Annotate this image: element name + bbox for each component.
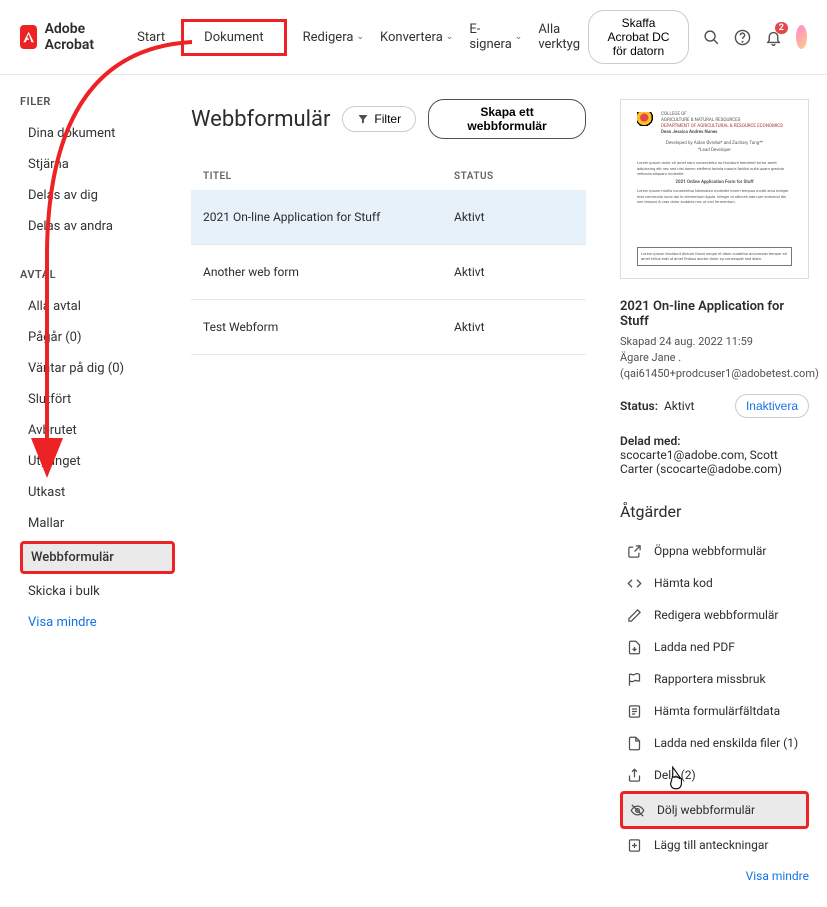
action-report-abuse[interactable]: Rapportera missbruk — [620, 663, 809, 695]
file-icon — [626, 735, 642, 751]
row-status: Aktivt — [454, 265, 574, 279]
sidebar-item-alla-avtal[interactable]: Alla avtal — [20, 293, 175, 320]
detail-created: Skapad 24 aug. 2022 11:59 — [620, 335, 809, 348]
th-title: TITEL — [203, 171, 454, 182]
table-row[interactable]: 2021 On-line Application for Stuff Aktiv… — [191, 190, 586, 245]
nav-start[interactable]: Start — [137, 30, 165, 45]
sidebar-section-filer: FILER — [20, 95, 175, 108]
nav-alla-verktyg[interactable]: Alla verktyg — [538, 22, 580, 52]
nav-dokument[interactable]: Dokument — [181, 19, 286, 56]
detail-title: 2021 On-line Application for Stuff — [620, 299, 809, 329]
external-link-icon — [626, 543, 642, 559]
action-download-pdf[interactable]: Ladda ned PDF — [620, 631, 809, 663]
action-get-field-data[interactable]: Hämta formulärfältdata — [620, 695, 809, 727]
sidebar-item-vantar[interactable]: Väntar på dig (0) — [20, 355, 175, 382]
row-status: Aktivt — [454, 210, 574, 224]
detail-owner-email: (qai61450+prodcuser1@adobetest.com) — [620, 367, 809, 380]
note-icon — [626, 837, 642, 853]
chevron-down-icon: ⌄ — [515, 32, 523, 42]
detail-shared: Delad med: scocarte1@adobe.com, Scott Ca… — [620, 434, 809, 476]
row-title: Another web form — [203, 265, 454, 279]
inactivate-button[interactable]: Inaktivera — [735, 394, 809, 418]
table-row[interactable]: Another web form Aktivt — [191, 245, 586, 300]
chevron-down-icon: ⌄ — [356, 32, 364, 42]
action-edit-webform[interactable]: Redigera webbformulär — [620, 599, 809, 631]
row-title: Test Webform — [203, 320, 454, 334]
nav-konvertera[interactable]: Konvertera⌄ — [380, 30, 453, 45]
detail-status-value: Aktivt — [664, 399, 695, 413]
notification-badge: 2 — [775, 22, 788, 34]
action-open-webform[interactable]: Öppna webbformulär — [620, 535, 809, 567]
sidebar-item-delas-av-dig[interactable]: Delas av dig — [20, 182, 175, 209]
sidebar-item-utganget[interactable]: Utgånget — [20, 448, 175, 475]
sidebar-item-skicka-i-bulk[interactable]: Skicka i bulk — [20, 578, 175, 605]
adobe-logo-icon — [20, 25, 37, 49]
sidebar-item-avbrutet[interactable]: Avbrutet — [20, 417, 175, 444]
sidebar-item-delas-av-andra[interactable]: Delas av andra — [20, 213, 175, 240]
flag-icon — [626, 671, 642, 687]
data-icon — [626, 703, 642, 719]
detail-status-label: Status: — [620, 399, 658, 413]
header: Adobe Acrobat Start Dokument Redigera⌄ K… — [0, 0, 827, 75]
search-icon[interactable] — [703, 28, 720, 46]
sidebar-item-mallar[interactable]: Mallar — [20, 510, 175, 537]
detail-owner: Ägare Jane . — [620, 351, 809, 364]
actions-title: Åtgärder — [620, 502, 809, 521]
details-panel: COLLEGE OFAGRICULTURE & NATURAL RESOURCE… — [602, 75, 827, 907]
action-download-files[interactable]: Ladda ned enskilda filer (1) — [620, 727, 809, 759]
share-icon — [626, 767, 642, 783]
details-show-less[interactable]: Visa mindre — [620, 869, 809, 883]
get-desktop-button[interactable]: Skaffa Acrobat DC för datorn — [588, 10, 689, 64]
page-title: Webbformulär — [191, 107, 330, 132]
pencil-icon — [626, 607, 642, 623]
sidebar-section-avtal: AVTAL — [20, 268, 175, 281]
action-share[interactable]: Dela (2) — [620, 759, 809, 791]
table-header: TITEL STATUS — [191, 163, 586, 190]
sidebar-item-stjarna[interactable]: Stjärna — [20, 151, 175, 178]
code-icon — [626, 575, 642, 591]
filter-button[interactable]: Filter — [342, 106, 416, 132]
download-pdf-icon — [626, 639, 642, 655]
chevron-down-icon: ⌄ — [446, 32, 454, 42]
action-add-notes[interactable]: Lägg till anteckningar — [620, 829, 809, 861]
sidebar-item-pagar[interactable]: Pågår (0) — [20, 324, 175, 351]
row-status: Aktivt — [454, 320, 574, 334]
document-thumbnail[interactable]: COLLEGE OFAGRICULTURE & NATURAL RESOURCE… — [620, 99, 809, 279]
hide-icon — [629, 802, 645, 818]
action-get-code[interactable]: Hämta kod — [620, 567, 809, 599]
th-status: STATUS — [454, 171, 574, 182]
filter-icon — [357, 113, 369, 125]
sidebar-item-slutfort[interactable]: Slutfört — [20, 386, 175, 413]
sidebar-item-dina-dokument[interactable]: Dina dokument — [20, 120, 175, 147]
table-row[interactable]: Test Webform Aktivt — [191, 300, 586, 355]
nav-esignera[interactable]: E-signera⌄ — [469, 22, 522, 52]
brand-name: Adobe Acrobat — [45, 21, 110, 53]
action-hide-webform[interactable]: Dölj webbformulär — [620, 791, 809, 829]
sidebar: FILER Dina dokument Stjärna Delas av dig… — [0, 75, 175, 907]
sidebar-show-less[interactable]: Visa mindre — [20, 615, 175, 630]
nav-redigera[interactable]: Redigera⌄ — [303, 30, 364, 45]
create-webform-button[interactable]: Skapa ett webbformulär — [428, 99, 586, 139]
row-title: 2021 On-line Application for Stuff — [203, 210, 454, 224]
avatar[interactable] — [796, 25, 807, 49]
help-icon[interactable] — [734, 28, 751, 46]
content-area: Webbformulär Filter Skapa ett webbformul… — [175, 75, 602, 907]
notifications-icon[interactable]: 2 — [765, 28, 782, 46]
sidebar-item-utkast[interactable]: Utkast — [20, 479, 175, 506]
sidebar-item-webbformular[interactable]: Webbformulär — [20, 541, 175, 574]
